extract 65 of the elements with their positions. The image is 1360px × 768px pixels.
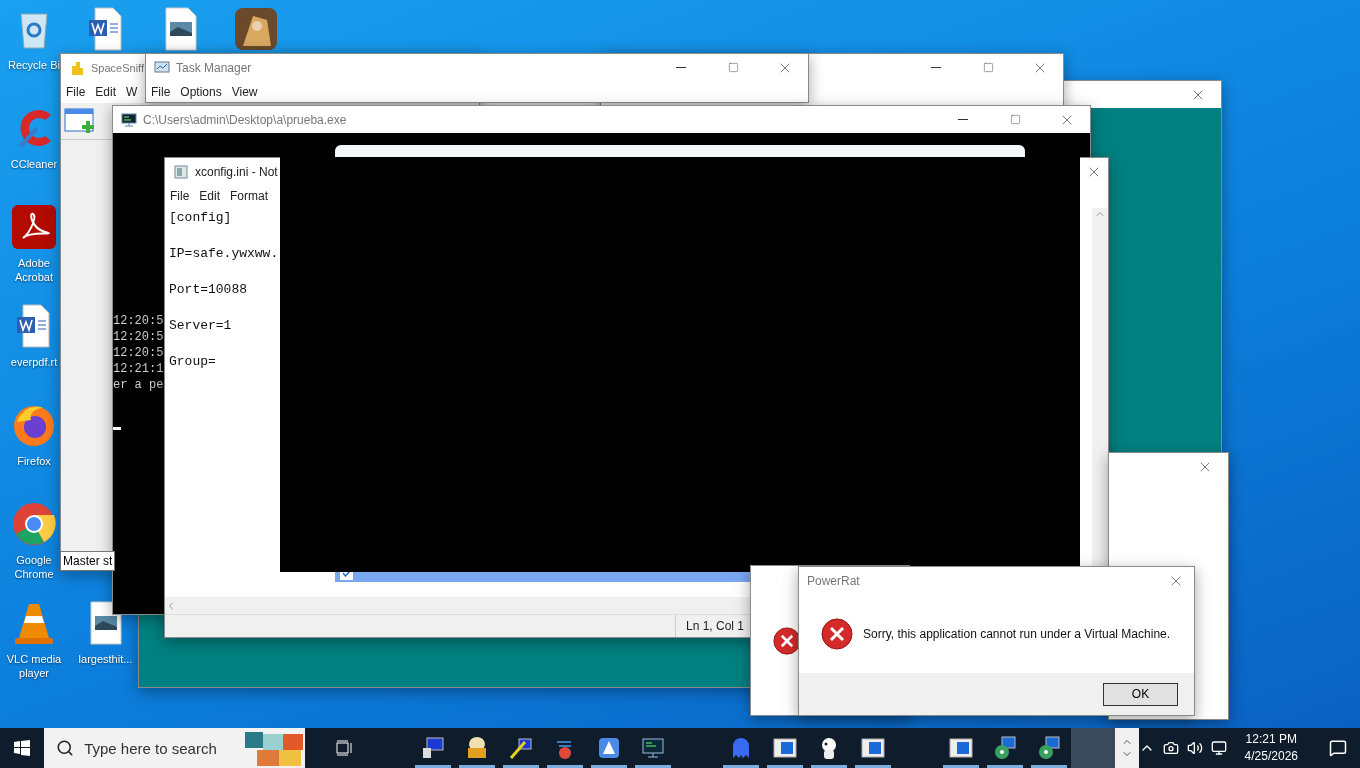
ok-button[interactable]: OK <box>1103 682 1178 706</box>
menu-item[interactable]: Edit <box>199 189 221 203</box>
search-field[interactable]: Type here to search <box>44 728 305 768</box>
taskbar-scroller[interactable] <box>1114 728 1139 768</box>
windows-logo-icon <box>14 740 31 756</box>
window-icon <box>860 736 885 760</box>
error-message: Sorry, this application cannot run under a Virtual Machine. <box>863 626 1171 641</box>
desktop-icon-label[interactable]: Firefox <box>17 454 51 468</box>
console-line: 12:20:5 <box>113 345 164 361</box>
text-line: IP=safe.ywxww. <box>169 245 279 263</box>
desktop-icon-label[interactable]: VLC media player <box>6 652 62 680</box>
menu-item[interactable]: File <box>170 189 190 203</box>
volume-icon[interactable] <box>1186 740 1203 756</box>
network-icon[interactable] <box>1210 740 1227 756</box>
notification-icon <box>1329 739 1347 757</box>
tools-icon <box>508 736 533 760</box>
menu-item[interactable]: W <box>126 85 138 99</box>
text-line: Server=1 <box>169 317 232 335</box>
desktop-icon-label[interactable]: Google Chrome <box>6 553 62 581</box>
sail-icon <box>596 736 621 760</box>
browser-icon <box>11 501 57 547</box>
new-window-icon[interactable] <box>64 107 96 135</box>
window-title: SpaceSniff <box>91 61 144 74</box>
game-icon <box>232 6 279 52</box>
console-line: 12:21:1 <box>113 361 164 377</box>
pdf-reader-icon <box>11 204 57 250</box>
menu-item[interactable]: File <box>151 85 171 99</box>
menu-item[interactable]: Edit <box>95 85 117 99</box>
menu-item[interactable]: File <box>66 85 86 99</box>
menu-item[interactable]: View <box>231 85 258 99</box>
window-title: Task Manager <box>176 60 252 75</box>
menu-item[interactable]: Format <box>230 189 269 203</box>
terminal-icon <box>121 111 137 128</box>
menu-item[interactable]: Options <box>180 85 222 99</box>
search-icon <box>56 739 75 757</box>
minimize-icon <box>676 67 686 68</box>
window-title: xconfig.ini - Not <box>195 164 278 179</box>
console-line: er a pe <box>113 377 164 393</box>
window-title: C:\Users\admin\Desktop\a\prueba.exe <box>143 112 347 127</box>
minimize-icon <box>958 119 968 120</box>
installer-icon <box>1036 736 1061 760</box>
error-icon <box>821 617 853 650</box>
dialog-title: PowerRat <box>807 573 860 588</box>
installer-icon <box>992 736 1017 760</box>
monitor-chart-icon <box>154 59 170 76</box>
text-line: [config] <box>169 209 232 227</box>
console-line: 12:20:5 <box>113 313 164 329</box>
camera-icon[interactable] <box>1162 740 1179 756</box>
window-icon <box>948 736 973 760</box>
tooltip: Master st <box>60 551 116 571</box>
text-line: Port=10088 <box>169 281 247 299</box>
maximize-icon <box>982 62 994 73</box>
computer-icon <box>420 736 445 760</box>
notepad-icon <box>173 163 189 180</box>
puzzle-icon <box>69 59 85 76</box>
clock[interactable]: 12:21 PM 4/25/2026 <box>1234 731 1308 765</box>
maximize-icon <box>727 62 739 73</box>
console-line: 12:20:5 <box>113 329 164 345</box>
desktop-icon-label[interactable]: largesthit... <box>78 652 133 666</box>
window-icon <box>772 736 797 760</box>
minimize-icon <box>931 67 941 68</box>
terminal-icon <box>640 736 665 760</box>
maximize-icon <box>1009 114 1021 125</box>
text-line: Group= <box>169 353 216 371</box>
task-view-icon <box>334 738 355 758</box>
